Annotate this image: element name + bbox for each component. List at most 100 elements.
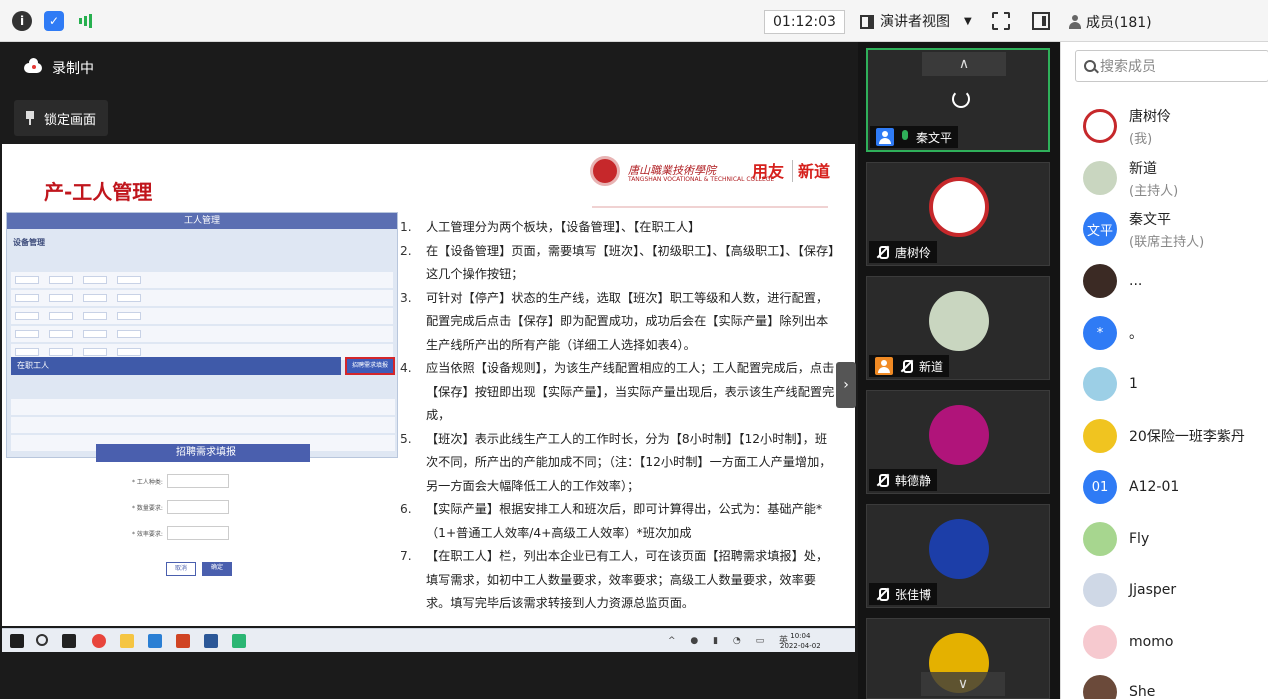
person-icon xyxy=(1068,15,1082,29)
member-search-input[interactable]: 搜索成员 xyxy=(1075,50,1268,82)
recording-indicator[interactable]: 录制中 xyxy=(24,58,94,78)
member-item[interactable]: ... xyxy=(1083,261,1142,301)
video-name-tag: 韩德静 xyxy=(869,469,938,491)
member-avatar xyxy=(1083,367,1117,401)
search-icon xyxy=(36,634,48,646)
windows-start-icon xyxy=(10,634,24,648)
school-logo-icon xyxy=(590,156,620,186)
brand-yonyou: 用友 xyxy=(752,162,785,181)
member-avatar: * xyxy=(1083,316,1117,350)
school-logo-avatar xyxy=(929,177,989,237)
search-placeholder: 搜索成员 xyxy=(1100,59,1156,75)
member-item[interactable]: 唐树伶 (我) xyxy=(1083,106,1171,147)
powerpoint-icon xyxy=(176,634,190,648)
member-item[interactable]: momo xyxy=(1083,622,1173,662)
presentation-slide: 产-工人管理 唐山職業技術學院 TANGSHAN VOCATIONAL & TE… xyxy=(2,144,855,626)
app-icon xyxy=(62,634,76,648)
members-button[interactable]: 成员(181) xyxy=(1068,12,1152,32)
point-2: 2. 在【设备管理】页面，需要填写【班次】、【初级职工】、【高级职工】、【保存】这… xyxy=(400,243,835,282)
system-tray: ^ ● ▮ ◔ ▭ 英 xyxy=(668,636,795,646)
member-item[interactable]: Jjasper xyxy=(1083,570,1176,610)
remote-taskbar: ^ ● ▮ ◔ ▭ 英 10:04 2022-04-02 xyxy=(2,628,855,652)
member-item[interactable]: She xyxy=(1083,672,1155,699)
embedded-app-screenshot: 工人管理 设备管理 在职工人 招聘需求填报 xyxy=(6,212,398,458)
fullscreen-icon[interactable] xyxy=(992,12,1010,30)
slide-title: 产-工人管理 xyxy=(44,180,153,204)
dialog-title: 招聘需求填报 xyxy=(96,444,310,462)
members-count-label: 成员(181) xyxy=(1086,15,1152,31)
member-item[interactable]: 文平 秦文平 (联席主持人) xyxy=(1083,209,1204,250)
mic-muted-icon xyxy=(875,587,889,601)
cloud-record-icon xyxy=(24,58,42,73)
member-list-panel: 搜索成员 唐树伶 (我) 新道 (主持人) 文平 秦文平 (联席主持人) ... * … xyxy=(1060,42,1268,699)
member-avatar xyxy=(1083,161,1117,195)
table-row xyxy=(11,290,393,306)
member-item[interactable]: 1 xyxy=(1083,364,1138,404)
member-avatar xyxy=(1083,264,1117,298)
mic-muted-icon xyxy=(875,473,889,487)
brand-xindao: 新道 xyxy=(798,162,831,181)
screenshot-hire-button: 招聘需求填报 xyxy=(345,357,395,375)
table-row xyxy=(11,399,395,415)
member-avatar xyxy=(1083,675,1117,699)
member-avatar: 文平 xyxy=(1083,212,1117,246)
recording-label: 录制中 xyxy=(52,61,94,77)
point-6: 6. 【实际产量】根据安排工人和班次后，即可计算得出，公式为：基础产能*（1+普通… xyxy=(400,502,823,540)
screenshot-section-workers: 在职工人 xyxy=(11,357,341,375)
expand-video-panel-button[interactable]: › xyxy=(836,362,856,408)
video-tile[interactable]: 张佳博 xyxy=(866,504,1050,608)
video-tile[interactable]: ∨ xyxy=(866,618,1050,699)
member-avatar xyxy=(1083,419,1117,453)
cohost-icon xyxy=(876,128,894,146)
info-icon[interactable]: i xyxy=(12,11,32,31)
word-icon xyxy=(204,634,218,648)
mic-muted-icon xyxy=(875,245,889,259)
chevron-down-icon[interactable]: ∨ xyxy=(921,672,1005,696)
slide-points: 1. 人工管理分为两个板块，【设备管理】、【在职工人】 2. 在【设备管理】页面，需… xyxy=(400,216,836,616)
search-icon xyxy=(1084,60,1096,72)
member-avatar xyxy=(1083,522,1117,556)
user-avatar xyxy=(929,405,989,465)
lock-screen-button[interactable]: 锁定画面 xyxy=(14,100,109,136)
member-item[interactable]: Fly xyxy=(1083,519,1149,559)
video-name-tag: 新道 xyxy=(869,355,950,377)
point-5: 5. 【班次】表示此线生产工人的工作时长，分为【8小时制】【12小时制】，班次不同… xyxy=(400,431,832,493)
table-row xyxy=(11,326,393,342)
member-item[interactable]: 20保险一班李紫丹 xyxy=(1083,416,1245,456)
video-tile[interactable]: ∧ 秦文平 xyxy=(866,48,1050,152)
screenshot-table-header xyxy=(11,254,393,270)
top-toolbar: i ✓ 01:12:03 演讲者视图 ▼ 成员(181) xyxy=(0,0,1268,42)
mic-muted-icon xyxy=(899,359,913,373)
shield-icon[interactable]: ✓ xyxy=(44,11,64,31)
member-avatar xyxy=(1083,573,1117,607)
chevron-down-icon: ▼ xyxy=(964,16,972,27)
screenshot-table-header xyxy=(11,381,395,397)
member-item[interactable]: 01 A12-01 xyxy=(1083,467,1179,507)
video-tile[interactable]: 唐树伶 xyxy=(866,162,1050,266)
taskbar-clock: 10:04 2022-04-02 xyxy=(780,632,821,650)
point-3: 3. 可针对【停产】状态的生产线，选取【班次】职工等级和人数，进行配置，配置完成后… xyxy=(400,290,829,352)
point-1: 1. 人工管理分为两个板块，【设备管理】、【在职工人】 xyxy=(400,220,701,234)
presenter-view-dropdown[interactable]: 演讲者视图 ▼ xyxy=(852,10,978,34)
signal-icon[interactable] xyxy=(76,11,96,31)
video-name-tag: 张佳博 xyxy=(869,583,938,605)
browser-icon xyxy=(92,634,106,648)
screenshot-window-title: 工人管理 xyxy=(7,213,397,229)
lock-screen-label: 锁定画面 xyxy=(44,112,97,128)
point-7: 7. 【在职工人】栏，列出本企业已有工人，可在该页面【招聘需求填报】处，填写需求，… xyxy=(400,549,829,610)
meeting-timer: 01:12:03 xyxy=(764,10,845,34)
video-tile[interactable]: 新道 xyxy=(866,276,1050,380)
side-panel-icon[interactable] xyxy=(1032,12,1050,30)
brand-divider xyxy=(792,160,793,182)
member-item[interactable]: * 。 xyxy=(1083,313,1143,353)
table-row xyxy=(11,417,395,433)
video-tile[interactable]: 韩德静 xyxy=(866,390,1050,494)
video-name-tag: 唐树伶 xyxy=(869,241,938,263)
member-item[interactable]: 新道 (主持人) xyxy=(1083,158,1178,199)
host-icon xyxy=(875,357,893,375)
chevron-up-icon[interactable]: ∧ xyxy=(922,52,1006,76)
screenshot-section-equipment: 设备管理 xyxy=(13,238,45,247)
video-column: ∧ 秦文平 唐树伶 新道 韩德静 张佳博 ∨ xyxy=(858,42,1060,699)
dialog-field-worker-type: * 工人种类: xyxy=(132,474,229,488)
dialog-field-quantity: * 数量要求: xyxy=(132,500,229,514)
